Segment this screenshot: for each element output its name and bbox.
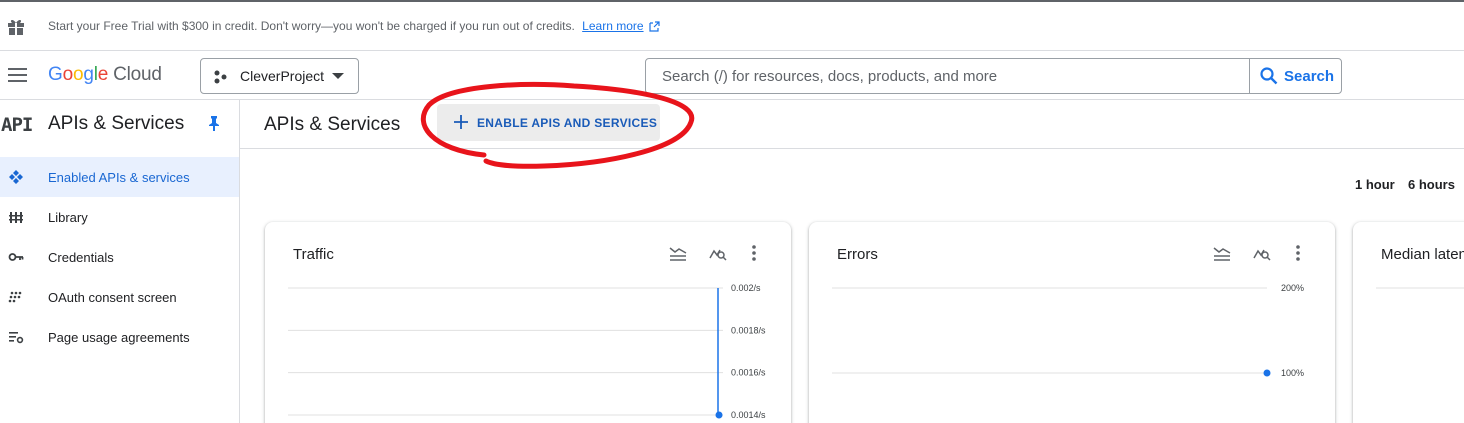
- search-icon: [1260, 67, 1278, 85]
- chevron-down-icon: [332, 73, 344, 79]
- oauth-icon: [8, 291, 22, 303]
- errors-chart: 200% 100%: [832, 283, 1304, 378]
- sidebar-item-label: Library: [48, 210, 88, 225]
- search-button-label: Search: [1284, 68, 1335, 85]
- errors-card: Errors 200% 100%: [809, 222, 1335, 423]
- plus-icon: [454, 115, 468, 129]
- api-icon: API: [1, 114, 33, 136]
- sidebar-item-page-usage-agreements[interactable]: Page usage agreements: [0, 317, 239, 357]
- sidebar-item-label: Page usage agreements: [48, 330, 190, 345]
- enable-apis-label: ENABLE APIS AND SERVICES: [477, 116, 658, 130]
- project-name: CleverProject: [240, 68, 325, 84]
- gift-icon: [8, 19, 24, 35]
- agreements-icon: [9, 332, 24, 344]
- project-hierarchy-icon: [214, 70, 227, 84]
- external-link-icon[interactable]: [649, 21, 660, 32]
- sidebar-item-label: Credentials: [48, 250, 114, 265]
- search-input[interactable]: [647, 60, 1247, 92]
- y-tick-label: 0.0016/s: [731, 368, 766, 378]
- sidebar-item-oauth-consent[interactable]: OAuth consent screen: [0, 277, 239, 317]
- traffic-card: Traffic 0.002/s 0.0018/s 0.0016/s 0.0014/s: [265, 222, 791, 423]
- sidebar-item-library[interactable]: Library: [0, 197, 239, 237]
- y-tick-label: 0.002/s: [731, 283, 761, 293]
- time-range-6-hours[interactable]: 6 hours: [1408, 177, 1455, 192]
- banner-text: Start your Free Trial with $300 in credi…: [48, 19, 575, 33]
- top-header: Google Cloud CleverProject Search: [0, 51, 1464, 100]
- search-bar: Search: [645, 58, 1342, 94]
- sidebar-item-credentials[interactable]: Credentials: [0, 237, 239, 277]
- y-tick-label: 100%: [1281, 368, 1304, 378]
- pin-icon[interactable]: [207, 115, 221, 131]
- google-cloud-logo[interactable]: Google Cloud: [48, 64, 162, 86]
- search-button[interactable]: Search: [1249, 59, 1342, 93]
- page-title: APIs & Services: [264, 114, 401, 135]
- key-icon: [8, 253, 24, 261]
- sidebar-item-enabled-apis[interactable]: Enabled APIs & services: [0, 157, 239, 197]
- enable-apis-button[interactable]: ENABLE APIS AND SERVICES: [437, 104, 660, 141]
- project-selector[interactable]: CleverProject: [200, 58, 359, 94]
- median-latency-card: Median laten: [1353, 222, 1464, 423]
- median-latency-chart: [1376, 287, 1464, 289]
- library-icon: [9, 212, 23, 223]
- y-tick-label: 0.0018/s: [731, 325, 766, 335]
- free-trial-banner: Start your Free Trial with $300 in credi…: [0, 2, 1464, 51]
- data-point[interactable]: [715, 411, 723, 419]
- banner-message: Start your Free Trial with $300 in credi…: [48, 19, 660, 33]
- sidebar-item-label: OAuth consent screen: [48, 290, 177, 305]
- sidebar-title: APIs & Services: [48, 113, 185, 134]
- y-tick-label: 200%: [1281, 283, 1304, 293]
- sidebar-item-label: Enabled APIs & services: [48, 170, 190, 185]
- y-tick-label: 0.0014/s: [731, 410, 766, 420]
- data-point[interactable]: [1263, 369, 1271, 377]
- sidebar: API APIs & Services Enabled APIs & servi…: [0, 100, 240, 423]
- page-header: APIs & Services ENABLE APIS AND SERVICES: [240, 100, 1464, 149]
- logo-cloud-text: Cloud: [113, 64, 162, 85]
- enabled-apis-icon: [9, 170, 23, 184]
- main-menu-icon[interactable]: [8, 68, 27, 82]
- time-range-1-hour[interactable]: 1 hour: [1355, 177, 1395, 192]
- learn-more-link[interactable]: Learn more: [582, 19, 643, 33]
- traffic-chart: 0.002/s 0.0018/s 0.0016/s 0.0014/s: [288, 283, 766, 420]
